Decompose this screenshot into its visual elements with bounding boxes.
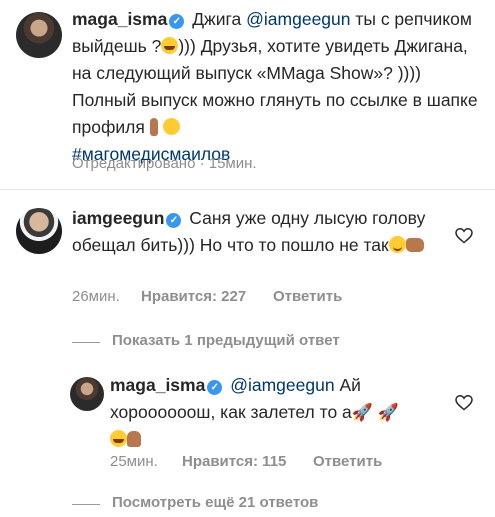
view-more-dash xyxy=(72,504,100,505)
mention-link[interactable]: @iamgeegun xyxy=(246,9,350,29)
verified-badge-icon: ✓ xyxy=(169,14,185,29)
heart-icon[interactable] xyxy=(455,228,473,244)
thumbs-up-emoji-icon xyxy=(127,431,141,447)
verified-badge-icon: ✓ xyxy=(166,213,182,228)
show-previous-replies[interactable]: Показать 1 предыдущий ответ xyxy=(112,332,340,349)
reply-mention-link[interactable]: @iamgeegun xyxy=(230,375,334,395)
heart-icon-reply[interactable] xyxy=(455,395,473,411)
joy-emoji-icon xyxy=(161,37,179,54)
username-maga-isma[interactable]: maga_isma xyxy=(72,9,167,29)
fist-emoji-icon xyxy=(405,238,424,252)
comment2-time: 26мин. xyxy=(72,288,120,305)
reply-likes[interactable]: Нравится: 115 xyxy=(182,453,286,470)
caption-divider xyxy=(0,189,495,190)
avatar-maga-isma[interactable] xyxy=(16,12,62,58)
comment-iamgeegun: iamgeegun ✓ Саня уже одну лысую голову об… xyxy=(72,205,442,259)
username-iamgeegun[interactable]: iamgeegun xyxy=(72,208,164,228)
comment-caption: maga_isma ✓ Джига @iamgeegun ты с репчико… xyxy=(72,6,487,168)
rocket-emoji-icon: 🚀 xyxy=(351,403,373,422)
pointing-finger-emoji-icon xyxy=(149,118,158,136)
caption-text: Джига xyxy=(187,9,247,29)
view-more-replies[interactable]: Посмотреть ещё 21 ответов xyxy=(112,494,318,511)
rocket-emoji-icon-2: 🚀 xyxy=(377,403,399,422)
comment2-likes[interactable]: Нравится: 227 xyxy=(141,288,246,305)
joy-emoji-icon-2 xyxy=(110,430,127,447)
reply-comment: maga_isma ✓ @iamgeegun Ай хороооооош, как… xyxy=(110,372,430,453)
reply-reply-button[interactable]: Ответить xyxy=(313,453,382,470)
winking-face-emoji-icon xyxy=(162,118,180,135)
avatar-maga-isma-reply[interactable] xyxy=(70,377,104,411)
reply-time: 25мин. xyxy=(110,453,158,470)
edited-timestamp: Отредактировано · 15мин. xyxy=(72,155,257,172)
smiling-face-emoji-icon xyxy=(388,236,406,253)
replies-dash xyxy=(72,342,100,343)
comment2-reply-button[interactable]: Ответить xyxy=(273,288,342,305)
verified-badge-icon: ✓ xyxy=(207,380,223,395)
avatar-iamgeegun[interactable] xyxy=(16,208,62,254)
username-maga-isma-reply[interactable]: maga_isma xyxy=(110,375,205,395)
